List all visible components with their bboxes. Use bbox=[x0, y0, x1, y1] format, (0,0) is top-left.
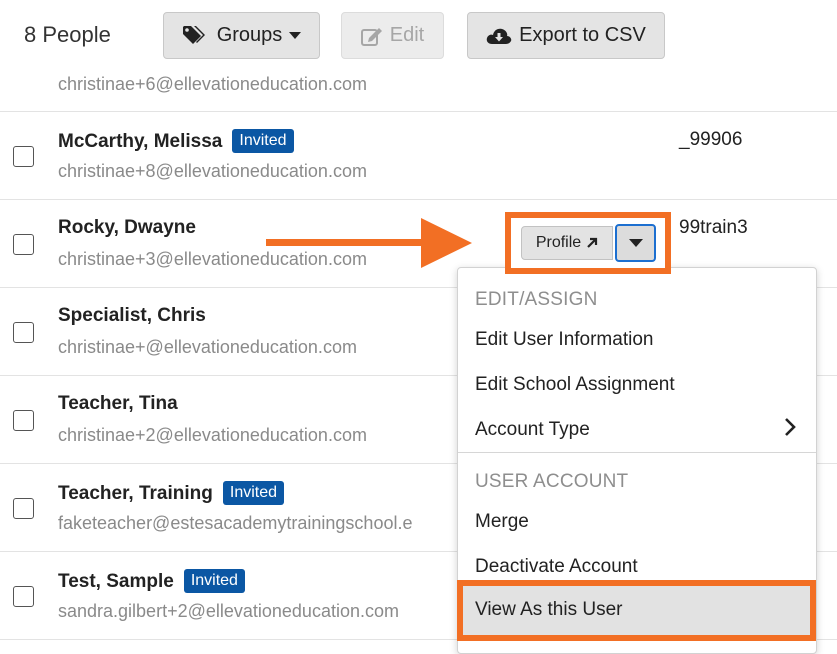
user-name: Teacher, Tina bbox=[58, 393, 178, 414]
groups-label: Groups bbox=[216, 24, 283, 46]
edit-button[interactable]: Edit bbox=[341, 12, 444, 59]
user-email: faketeacher@estesacademytrainingschool.e bbox=[58, 513, 413, 533]
user-email: christinae+2@ellevationeducation.com bbox=[58, 425, 367, 445]
menu-section-user-account: USER ACCOUNT bbox=[475, 471, 629, 492]
export-csv-button[interactable]: Export to CSV bbox=[467, 12, 665, 59]
row-checkbox[interactable] bbox=[13, 146, 34, 167]
menu-item-view-as-user[interactable]: View As this User bbox=[457, 580, 816, 641]
user-name-text: Teacher, Training bbox=[58, 483, 213, 504]
chevron-right-icon bbox=[785, 418, 796, 436]
menu-item-edit-school-assignment[interactable]: Edit School Assignment bbox=[475, 374, 675, 396]
caret-down-icon bbox=[628, 238, 643, 247]
row-checkbox[interactable] bbox=[13, 498, 34, 519]
menu-item-account-type[interactable]: Account Type bbox=[475, 419, 590, 441]
caret-down-icon bbox=[289, 31, 302, 39]
menu-item-merge[interactable]: Merge bbox=[475, 511, 529, 533]
user-name: McCarthy, Melissa Invited bbox=[58, 129, 294, 153]
row-checkbox[interactable] bbox=[13, 234, 34, 255]
user-name-text: Test, Sample bbox=[58, 571, 174, 592]
user-name: Specialist, Chris bbox=[58, 305, 206, 326]
edit-label: Edit bbox=[389, 24, 425, 46]
groups-button[interactable]: Groups bbox=[163, 12, 320, 59]
list-item: McCarthy, Melissa Invited christinae+8@el… bbox=[0, 112, 837, 200]
profile-label: Profile bbox=[535, 234, 582, 251]
tags-icon bbox=[182, 25, 205, 44]
invited-badge: Invited bbox=[232, 129, 294, 153]
row-checkbox[interactable] bbox=[13, 410, 34, 431]
profile-button[interactable]: Profile bbox=[521, 226, 613, 260]
menu-item-edit-user-information[interactable]: Edit User Information bbox=[475, 329, 653, 351]
view-as-user-label: View As this User bbox=[475, 599, 623, 620]
invited-badge: Invited bbox=[183, 569, 245, 593]
people-count: 8 People bbox=[24, 22, 111, 47]
row-actions-highlight: Profile bbox=[505, 212, 671, 274]
row-checkbox[interactable] bbox=[13, 322, 34, 343]
menu-section-edit-assign: EDIT/ASSIGN bbox=[475, 289, 598, 310]
cloud-download-icon bbox=[486, 28, 512, 44]
export-label: Export to CSV bbox=[519, 24, 646, 46]
user-name: Rocky, Dwayne bbox=[58, 217, 196, 238]
row-checkbox[interactable] bbox=[13, 586, 34, 607]
user-name-text: McCarthy, Melissa bbox=[58, 131, 223, 152]
menu-divider bbox=[458, 452, 816, 453]
menu-item-deactivate-account[interactable]: Deactivate Account bbox=[475, 556, 638, 578]
user-id: 99train3 bbox=[679, 217, 748, 238]
user-email: christinae+6@ellevationeducation.com bbox=[58, 74, 367, 94]
toolbar: 8 People Groups Edit Export to CSV bbox=[0, 0, 837, 70]
user-name: Teacher, Training Invited bbox=[58, 481, 285, 505]
user-id: _99906 bbox=[679, 129, 743, 150]
invited-badge: Invited bbox=[222, 481, 285, 505]
user-email: christinae+8@ellevationeducation.com bbox=[58, 161, 367, 181]
external-arrow-icon bbox=[587, 237, 598, 248]
user-email: sandra.gilbert+2@ellevationeducation.com bbox=[58, 601, 399, 621]
user-email: christinae+@ellevationeducation.com bbox=[58, 337, 357, 357]
actions-dropdown-button[interactable] bbox=[615, 224, 656, 262]
edit-icon bbox=[360, 27, 382, 46]
orange-arrow-icon bbox=[266, 218, 472, 268]
user-name: Test, Sample Invited bbox=[58, 569, 245, 593]
